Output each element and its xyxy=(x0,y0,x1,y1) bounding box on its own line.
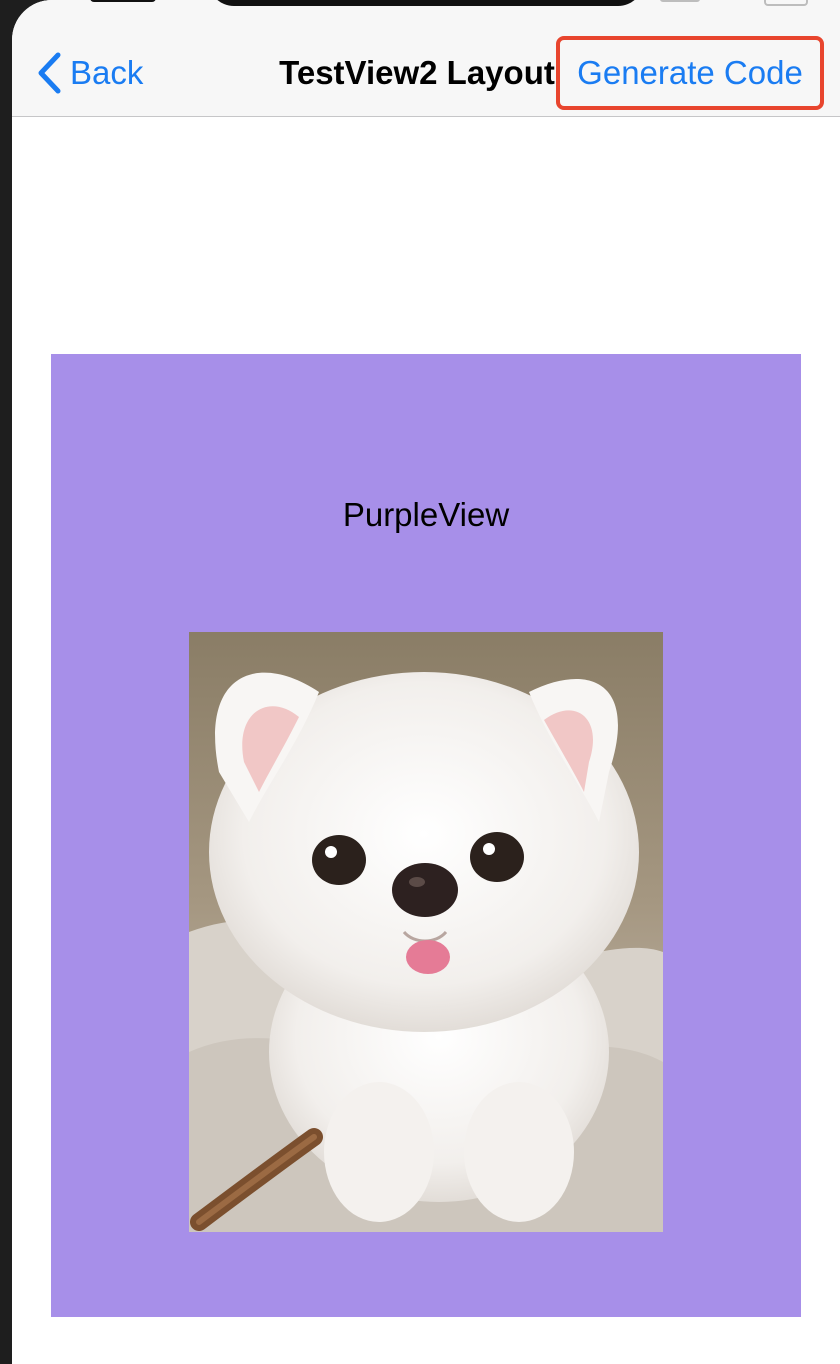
device-notch xyxy=(208,0,644,6)
back-label: Back xyxy=(70,54,144,91)
puppy-image xyxy=(189,632,663,1232)
chevron-left-icon xyxy=(36,52,62,94)
signal-icon xyxy=(660,0,700,2)
purple-view-label: PurpleView xyxy=(342,496,510,533)
status-time xyxy=(90,0,156,2)
page-title: TestView2 Layout xyxy=(279,54,555,91)
generate-code-label: Generate Code xyxy=(577,54,803,91)
navigation-bar: Back TestView2 Layout Generate Code xyxy=(12,0,840,117)
purple-view: PurpleView xyxy=(51,354,801,1317)
phone-screen: Back TestView2 Layout Generate Code Purp… xyxy=(12,0,840,1364)
generate-code-button[interactable]: Generate Code xyxy=(556,36,824,110)
back-button[interactable]: Back xyxy=(36,50,143,96)
battery-icon xyxy=(764,0,808,6)
